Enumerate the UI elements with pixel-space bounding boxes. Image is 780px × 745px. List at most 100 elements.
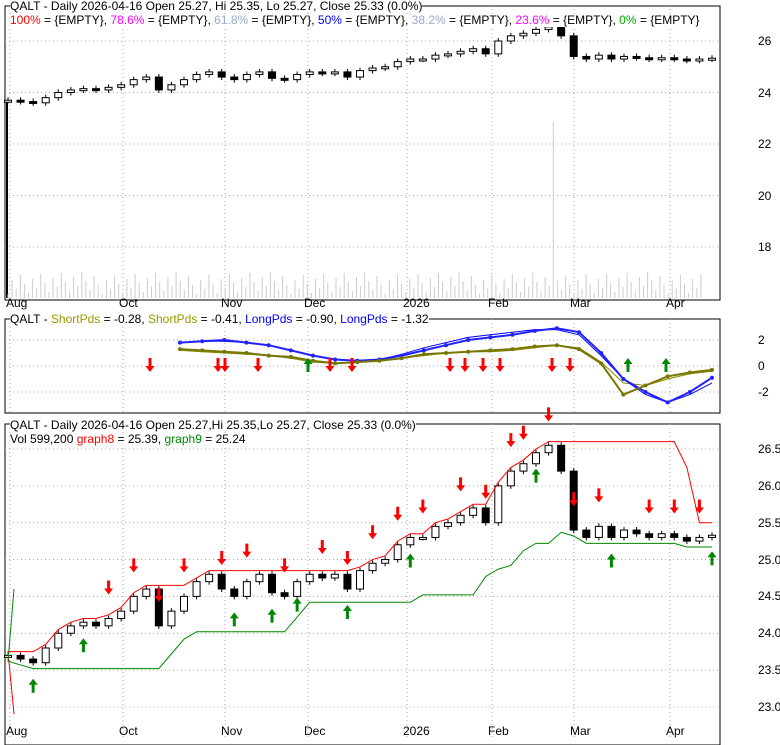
price-candle (66, 89, 75, 94)
x-tick-label: Feb (488, 296, 509, 310)
y-tick-label: 23.0 (758, 699, 780, 714)
short-fast-line-dot (377, 358, 382, 363)
lower-candle (544, 444, 553, 454)
lower-candle (607, 525, 616, 538)
sell-arrow-icon (456, 477, 466, 492)
y-tick-label: 25.5 (758, 515, 780, 530)
lower-candle (330, 573, 339, 579)
lower-candle (557, 444, 566, 472)
sell-arrow-icon (518, 425, 528, 440)
price-candle (393, 61, 402, 68)
price-candle (29, 101, 38, 105)
price-candle (657, 57, 666, 61)
price-candle (632, 55, 641, 59)
lower-candle (582, 529, 591, 538)
short-fast-line-dot (222, 349, 227, 354)
lower-candle (343, 573, 352, 590)
sell-arrow-icon (669, 499, 679, 514)
price-candle (79, 88, 88, 92)
lower-candle (356, 570, 364, 590)
x-tick-label: Oct (119, 724, 138, 738)
price-candle (444, 53, 452, 57)
lower-candle (318, 573, 327, 579)
long-fast-line-dot (311, 353, 315, 358)
price-candle (305, 71, 314, 75)
x-tick-label: Dec (304, 724, 326, 738)
sep: = (387, 312, 402, 326)
lower-candle (92, 621, 100, 627)
sell-arrow-icon (544, 407, 554, 422)
short-fast-line-dot (399, 356, 404, 361)
y-tick-label: 0 (758, 359, 765, 373)
long-fast-line-dot (178, 340, 182, 345)
price-candle (318, 71, 327, 75)
short-fast-line-dot (621, 392, 626, 397)
sell-arrow-icon (478, 358, 488, 372)
sep: = (636, 13, 651, 27)
lower-candle (29, 658, 38, 664)
sell-arrow-icon (242, 543, 252, 558)
lower-candle (305, 573, 314, 583)
lower-candle (657, 533, 666, 538)
price-candle (557, 26, 566, 37)
lower-candle (242, 581, 251, 597)
price-candle (343, 71, 352, 78)
sell-arrow-icon (317, 539, 327, 554)
price-candle (670, 57, 679, 61)
price-candle (418, 58, 427, 62)
y-tick-label: 18 (758, 240, 772, 254)
price-candle (569, 35, 578, 57)
legend-label: graph8 (76, 432, 115, 446)
price-candle (268, 71, 276, 79)
lower-candle (494, 485, 503, 524)
x-tick-label: Aug (6, 724, 28, 738)
osc-label: ShortPds (147, 312, 198, 326)
lower-candle (632, 529, 641, 535)
sell-arrow-icon (393, 506, 403, 521)
long-fast-line-dot (643, 390, 648, 394)
sell-arrow-icon (565, 358, 575, 372)
fib-label: 61.8% (214, 13, 249, 27)
sell-arrow-icon (220, 358, 230, 372)
long-fast-line-dot (665, 400, 670, 405)
buy-arrow-icon (292, 597, 302, 612)
price-candle (431, 54, 440, 60)
lower-candle (645, 533, 654, 538)
sell-arrow-icon (694, 499, 704, 514)
sell-arrow-icon (495, 358, 505, 372)
sep: = (549, 13, 564, 27)
price-candle (582, 55, 591, 60)
long-fast-line-dot (288, 348, 293, 353)
price-candle (356, 70, 364, 78)
lower-candle (695, 536, 704, 542)
y-tick-label: -2 (758, 385, 769, 399)
y-tick-label: 26.5 (758, 442, 780, 456)
y-tick-label: 24 (758, 85, 772, 100)
lower-candle (142, 588, 151, 597)
price-candle (544, 26, 553, 30)
sell-arrow-icon (129, 558, 139, 573)
price-candle (381, 66, 390, 70)
lower-candle (708, 534, 716, 538)
long-fast-line-dot (200, 339, 205, 344)
buy-arrow-icon (606, 553, 616, 568)
x-tick-label: Apr (666, 296, 685, 310)
price-candle (92, 88, 100, 92)
y-tick-label: 26 (758, 34, 772, 48)
price-candle (293, 73, 302, 81)
short-fast-line-dot (200, 348, 205, 353)
sell-arrow-icon (213, 358, 223, 372)
sep: = (100, 312, 114, 326)
buy-arrow-icon (229, 612, 239, 627)
price-candle (4, 99, 12, 103)
short-fast-line-dot (288, 354, 293, 359)
price-candle (129, 79, 138, 86)
sep: , (405, 13, 412, 27)
buy-arrow-icon (342, 605, 352, 620)
legend-value: 25.39 (127, 432, 158, 446)
lower-candle (418, 536, 427, 540)
lower-candle (519, 463, 528, 472)
long-fast-line-dot (577, 330, 581, 335)
y-tick-label: 24.5 (758, 589, 780, 604)
short-fast-line-dot (266, 353, 271, 358)
